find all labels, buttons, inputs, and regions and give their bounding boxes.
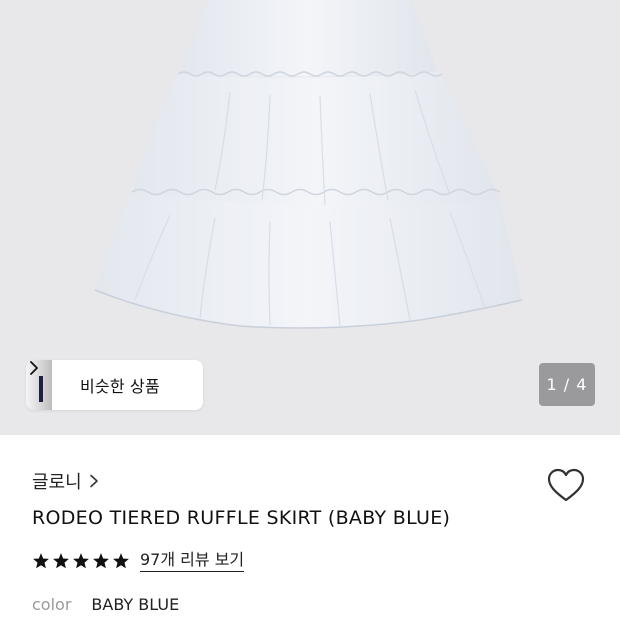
chevron-right-icon (89, 474, 98, 488)
rating-stars (32, 552, 130, 570)
product-title: RODEO TIERED RUFFLE SKIRT (BABY BLUE) (32, 507, 451, 529)
similar-products-label: 비슷한 상품 (80, 377, 160, 396)
star-filled-icon (53, 553, 69, 569)
star-filled-icon (93, 553, 109, 569)
chevron-right-icon (30, 361, 38, 375)
color-value: BABY BLUE (91, 595, 180, 614)
star-filled-icon (33, 553, 49, 569)
star-filled-icon (113, 553, 129, 569)
color-label: color (32, 595, 72, 614)
brand-link[interactable]: 글로니 (32, 469, 100, 493)
color-row: color BABY BLUE (32, 595, 179, 614)
star-filled-icon (73, 553, 89, 569)
heart-outline-icon[interactable] (545, 465, 587, 507)
similar-products-button[interactable]: 비슷한 상품 (26, 360, 203, 410)
reviews-link[interactable]: 97개 리뷰 보기 (140, 550, 245, 572)
brand-name: 글로니 (32, 472, 82, 493)
rating-row: 97개 리뷰 보기 (32, 548, 245, 574)
image-page-indicator: 1 / 4 (539, 363, 595, 406)
product-image-gallery[interactable]: 비슷한 상품 1 / 4 (0, 0, 620, 435)
